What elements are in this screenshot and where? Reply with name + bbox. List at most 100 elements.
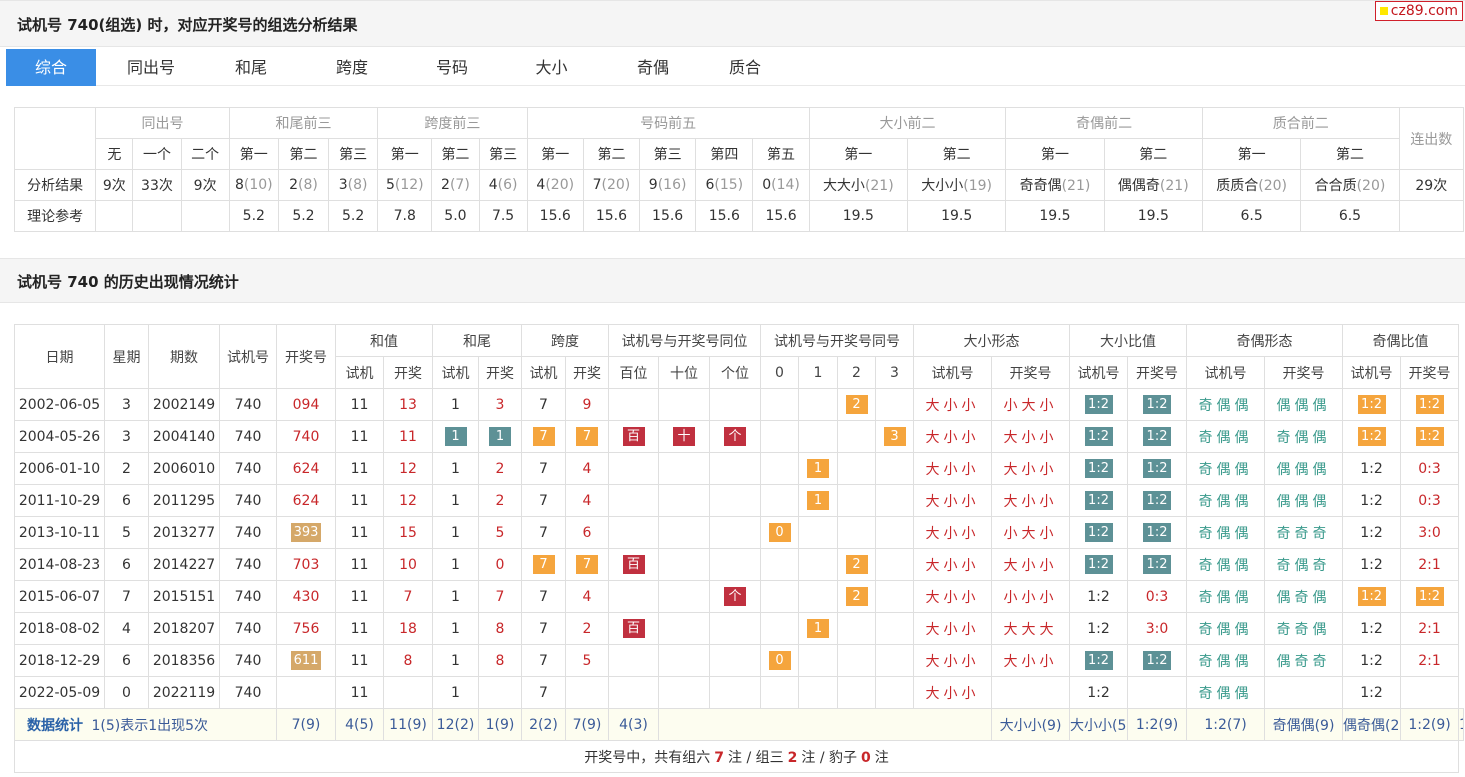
result-value: 大大小 bbox=[822, 178, 865, 194]
size-ratio-draw: 1:2 bbox=[1127, 644, 1188, 677]
same-number-cell-value: 1 bbox=[807, 459, 830, 478]
same-position-cell bbox=[708, 388, 762, 421]
column-header: 大小形态 bbox=[913, 324, 1071, 357]
sub-header: 第二 bbox=[582, 138, 641, 170]
table-row: 2006-01-10 2 2006010 740 624 11 12 1 2 7 4 1 大小小 大小小 1… bbox=[14, 452, 1464, 485]
tab-4[interactable]: 号码 bbox=[403, 49, 501, 86]
parity-ratio-draw: 0:3 bbox=[1400, 452, 1460, 485]
span-draw-cell: 5 bbox=[565, 644, 609, 677]
tab-6[interactable]: 奇偶 bbox=[602, 49, 704, 86]
same-number-cell bbox=[837, 612, 877, 645]
result-cell: 33次 bbox=[132, 169, 182, 201]
parity-pattern-test: 奇偶偶 bbox=[1186, 580, 1266, 613]
sum-draw-cell: 15 bbox=[383, 516, 433, 549]
result-value: 大小小 bbox=[921, 178, 964, 194]
same-number-cell: 3 bbox=[875, 420, 915, 453]
same-number-cell bbox=[798, 644, 839, 677]
size-pattern-draw: 大小小 bbox=[991, 644, 1071, 677]
result-cell: 3(8) bbox=[328, 169, 379, 201]
size-ratio-test: 1:2 bbox=[1069, 580, 1129, 613]
footer-count: 0 bbox=[861, 749, 871, 766]
table-row: 2022-05-09 0 2022119 740 11 1 7 大小小 1:2 奇偶偶 1:2 bbox=[14, 676, 1464, 709]
parity-ratio-draw: 1:2 bbox=[1400, 420, 1460, 453]
test-number-cell: 740 bbox=[219, 612, 277, 645]
size-ratio-test: 1:2 bbox=[1069, 516, 1129, 549]
parity-ratio-draw: 2:1 bbox=[1400, 644, 1460, 677]
span-test-cell-value: 7 bbox=[539, 460, 548, 477]
tab-0[interactable]: 综合 bbox=[6, 49, 96, 86]
sum-draw-cell: 7 bbox=[383, 580, 433, 613]
same-number-cell bbox=[798, 420, 839, 453]
span-test-cell-value: 7 bbox=[539, 524, 548, 541]
same-position-cell: 百 bbox=[608, 548, 659, 581]
test-number-cell: 740 bbox=[219, 644, 277, 677]
span-test-cell: 7 bbox=[521, 644, 566, 677]
same-number-cell bbox=[837, 452, 877, 485]
sum-draw-cell: 13 bbox=[383, 388, 433, 421]
result-value: 4 bbox=[536, 177, 546, 193]
column-header: 跨度 bbox=[521, 324, 609, 357]
tab-5[interactable]: 大小 bbox=[501, 49, 602, 86]
size-pattern-test: 大小小 bbox=[913, 452, 993, 485]
same-number-cell bbox=[798, 580, 839, 613]
same-number-cell: 2 bbox=[837, 388, 877, 421]
result-expected: (21) bbox=[864, 178, 894, 194]
span-test-cell: 7 bbox=[521, 612, 566, 645]
span-draw-cell: 4 bbox=[565, 484, 609, 517]
tab-2[interactable]: 和尾 bbox=[201, 49, 301, 86]
same-position-cell: 百 bbox=[608, 612, 659, 645]
group-header: 质合前二 bbox=[1201, 107, 1400, 139]
tail-test-cell-value: 1 bbox=[451, 396, 460, 413]
span-draw-cell: 9 bbox=[565, 388, 609, 421]
stats-label[interactable]: 数据统计 bbox=[27, 718, 83, 734]
result-value: 3 bbox=[338, 177, 348, 193]
same-position-cell-value: 个 bbox=[724, 587, 746, 606]
stats-label-cell: 数据统计 1(5)表示1出现5次 bbox=[14, 708, 277, 741]
result-value: 4 bbox=[488, 177, 498, 193]
tail-test-cell: 1 bbox=[432, 420, 479, 453]
same-number-cell-value: 1 bbox=[807, 619, 830, 638]
parity-ratio-test: 1:2 bbox=[1342, 676, 1402, 709]
result-expected: (21) bbox=[1159, 178, 1189, 194]
size-pattern-test: 大小小 bbox=[913, 644, 993, 677]
table-row: 2011-10-29 6 2011295 740 624 11 12 1 2 7 4 1 大小小 大小小 1… bbox=[14, 484, 1464, 517]
sub-column-header: 个位 bbox=[708, 356, 762, 389]
span-draw-cell-value: 5 bbox=[582, 652, 592, 669]
tab-7[interactable]: 质合 bbox=[704, 49, 786, 86]
group-header: 连出数 bbox=[1398, 107, 1465, 170]
same-position-cell bbox=[608, 676, 659, 709]
result-cell: 偶偶奇(21) bbox=[1103, 169, 1203, 201]
date-cell: 2018-08-02 bbox=[14, 612, 105, 645]
sub-header: 第一 bbox=[1201, 138, 1302, 170]
issue-cell: 2006010 bbox=[148, 452, 220, 485]
same-number-cell bbox=[760, 612, 800, 645]
same-position-cell bbox=[608, 452, 659, 485]
tail-draw-cell: 8 bbox=[478, 644, 522, 677]
sub-column-header: 试机号 bbox=[913, 356, 993, 389]
sum-test-cell: 11 bbox=[335, 676, 384, 709]
result-expected: (8) bbox=[297, 177, 318, 193]
parity-ratio-test: 1:2 bbox=[1342, 516, 1402, 549]
parity-ratio-test: 1:2 bbox=[1342, 580, 1402, 613]
issue-cell: 2011295 bbox=[148, 484, 220, 517]
parity-pattern-draw: 偶偶偶 bbox=[1264, 452, 1344, 485]
site-logo[interactable]: cz89.com bbox=[1374, 1, 1463, 21]
size-pattern-draw bbox=[991, 676, 1071, 709]
tab-3[interactable]: 跨度 bbox=[301, 49, 403, 86]
draw-number-cell: 430 bbox=[276, 580, 336, 613]
same-number-cell bbox=[760, 388, 800, 421]
parity-pattern-draw: 偶偶偶 bbox=[1264, 484, 1344, 517]
size-pattern-test: 大小小 bbox=[913, 420, 993, 453]
sum-draw-cell: 12 bbox=[383, 484, 433, 517]
sub-header: 第二 bbox=[1300, 138, 1400, 170]
sub-header: 第一 bbox=[377, 138, 433, 170]
result-cell: 9次 bbox=[180, 169, 230, 201]
stats-blank bbox=[657, 708, 993, 741]
reference-cell: 5.2 bbox=[228, 200, 279, 232]
tab-bar: 综合 同出号 和尾 跨度 号码 大小 奇偶 质合 bbox=[6, 49, 1465, 86]
history-table: 日期 星期 期数 试机号 开奖号 和值 和尾 跨度 试机号与开奖号同位 试机号与开奖号同号 大小形态… bbox=[13, 324, 1464, 773]
result-expected: (7) bbox=[449, 177, 470, 193]
tab-1[interactable]: 同出号 bbox=[101, 49, 201, 86]
same-number-cell bbox=[875, 580, 915, 613]
same-position-cell: 百 bbox=[608, 420, 659, 453]
